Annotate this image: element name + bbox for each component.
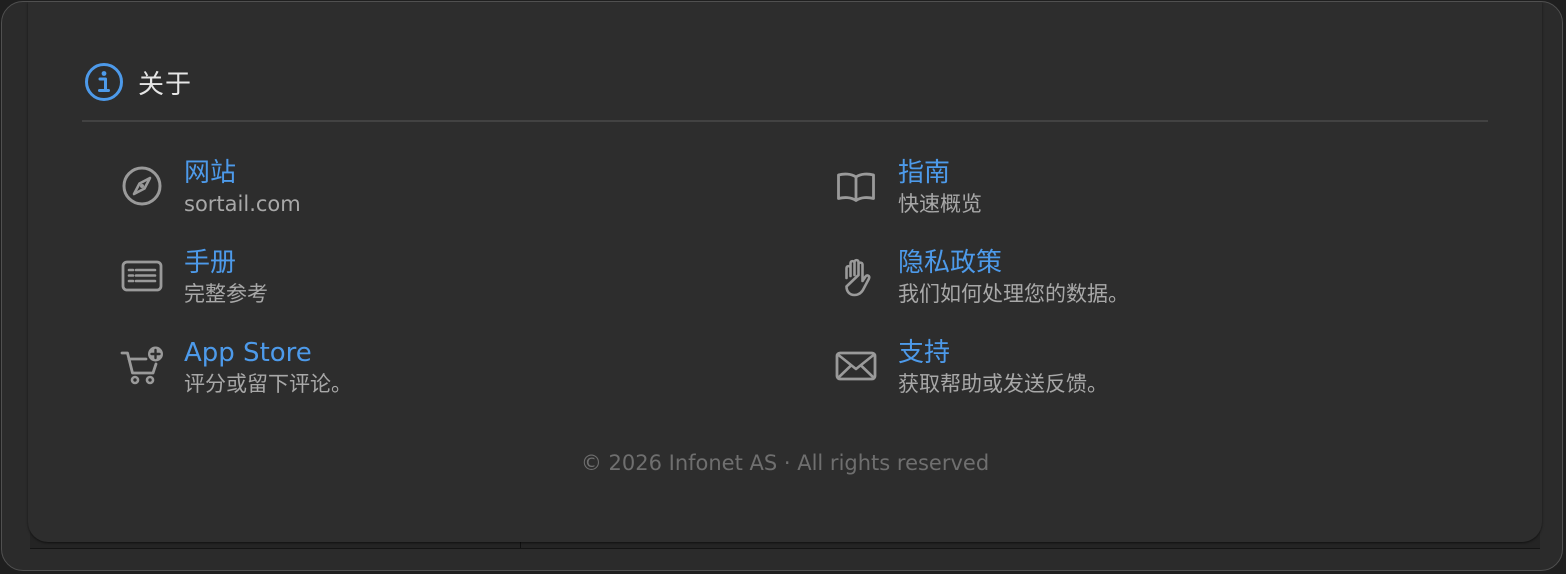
- envelope-icon: [834, 344, 878, 388]
- about-title: 关于: [138, 69, 193, 100]
- website-title[interactable]: 网站: [184, 158, 301, 188]
- app-store-subtitle: 评分或留下评论。: [184, 372, 352, 396]
- book-icon: [834, 164, 878, 208]
- support-subtitle: 获取帮助或发送反馈。: [898, 372, 1108, 396]
- about-window: 关于 网站 sortail.com 指南 快速概览 手册 完整参考 隐私政策 我…: [1, 1, 1563, 571]
- privacy-title[interactable]: 隐私政策: [898, 248, 1129, 278]
- info-circle-icon: [85, 63, 123, 101]
- guide-title[interactable]: 指南: [898, 158, 982, 188]
- manual-title[interactable]: 手册: [184, 248, 268, 278]
- link-website[interactable]: 网站 sortail.com: [120, 158, 301, 217]
- copyright-footer: © 2026 Infonet AS · All rights reserved: [580, 451, 990, 475]
- link-app-store[interactable]: App Store 评分或留下评论。: [120, 338, 352, 397]
- hand-raised-icon: [834, 254, 878, 298]
- app-store-title[interactable]: App Store: [184, 338, 352, 368]
- website-subtitle: sortail.com: [184, 192, 301, 216]
- privacy-subtitle: 我们如何处理您的数据。: [898, 282, 1129, 306]
- link-privacy[interactable]: 隐私政策 我们如何处理您的数据。: [834, 248, 1129, 307]
- about-header: 关于: [84, 62, 192, 102]
- guide-subtitle: 快速概览: [898, 192, 982, 216]
- document-list-icon: [120, 254, 164, 298]
- link-manual[interactable]: 手册 完整参考: [120, 248, 268, 307]
- cart-add-icon: [120, 344, 164, 388]
- about-panel: 关于 网站 sortail.com 指南 快速概览 手册 完整参考 隐私政策 我…: [28, 2, 1542, 542]
- header-divider: [82, 120, 1488, 122]
- link-guide[interactable]: 指南 快速概览: [834, 158, 982, 217]
- support-title[interactable]: 支持: [898, 338, 1108, 368]
- link-support[interactable]: 支持 获取帮助或发送反馈。: [834, 338, 1108, 397]
- manual-subtitle: 完整参考: [184, 282, 268, 306]
- compass-icon: [120, 164, 164, 208]
